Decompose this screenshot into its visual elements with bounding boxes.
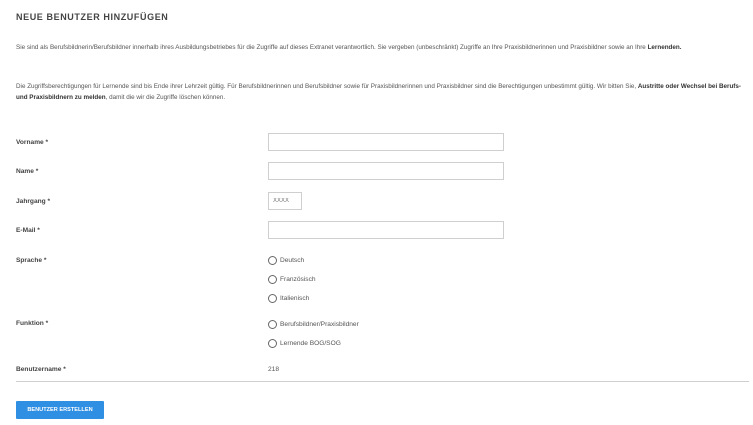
sprache-option-label: Italienisch	[280, 295, 310, 302]
sprache-option-franzoesisch[interactable]: Französisch	[268, 275, 316, 284]
radio-circle-icon[interactable]	[268, 339, 277, 348]
radio-circle-icon[interactable]	[268, 320, 277, 329]
sprache-label: Sprache *	[16, 257, 47, 264]
sprache-option-label: Deutsch	[280, 257, 305, 264]
benutzername-value: 218	[268, 366, 280, 373]
add-user-page: NEUE BENUTZER HINZUFÜGEN Sie sind als Be…	[0, 0, 753, 425]
intro-paragraph-1: Sie sind als Berufsbildnerin/Berufsbildn…	[16, 42, 746, 53]
form-divider	[16, 381, 749, 382]
vorname-input[interactable]	[268, 133, 504, 151]
benutzername-label: Benutzername *	[16, 366, 66, 373]
sprache-option-deutsch[interactable]: Deutsch	[268, 256, 304, 265]
create-user-button[interactable]: BENUTZER ERSTELLEN	[16, 401, 104, 419]
name-label: Name *	[16, 168, 39, 175]
vorname-label: Vorname *	[16, 139, 49, 146]
radio-circle-icon[interactable]	[268, 275, 277, 284]
intro-paragraph-2: Die Zugriffsberechtigungen für Lernende …	[16, 81, 746, 103]
funktion-option-lernende[interactable]: Lernende BOG/SOG	[268, 339, 341, 348]
email-input[interactable]	[268, 221, 504, 239]
sprache-option-label: Französisch	[280, 276, 316, 283]
funktion-label: Funktion *	[16, 320, 49, 327]
radio-circle-icon[interactable]	[268, 256, 277, 265]
email-label: E-Mail *	[16, 227, 40, 234]
intro-text-1: Sie sind als Berufsbildnerin/Berufsbildn…	[16, 44, 648, 51]
intro-text-2: Die Zugriffsberechtigungen für Lernende …	[16, 83, 638, 90]
jahrgang-input[interactable]	[268, 192, 302, 210]
funktion-option-label: Lernende BOG/SOG	[280, 340, 341, 347]
intro-bold-1: Lernenden.	[647, 44, 682, 51]
page-title: NEUE BENUTZER HINZUFÜGEN	[16, 12, 169, 22]
sprache-option-italienisch[interactable]: Italienisch	[268, 294, 309, 303]
jahrgang-label: Jahrgang *	[16, 198, 51, 205]
radio-circle-icon[interactable]	[268, 294, 277, 303]
funktion-option-berufsbildner[interactable]: Berufsbildner/Praxisbildner	[268, 320, 359, 329]
name-input[interactable]	[268, 162, 504, 180]
funktion-option-label: Berufsbildner/Praxisbildner	[280, 321, 359, 328]
intro-text-2-end: , damit die wir die Zugriffe löschen kön…	[105, 94, 226, 101]
